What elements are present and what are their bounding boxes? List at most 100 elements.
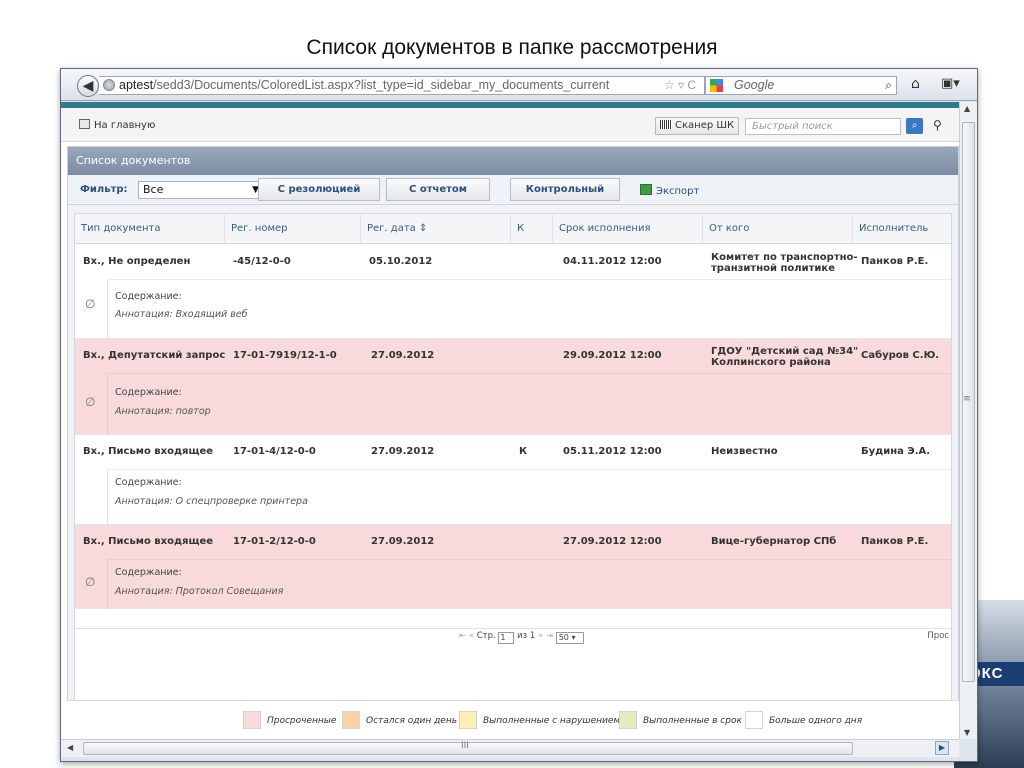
scroll-grip-icon: ≡ [963, 394, 971, 404]
bookmark-star-icon[interactable]: ☆ ▿ C [664, 77, 696, 94]
prev-page-icon[interactable]: « [469, 631, 474, 641]
page-of-label: из 1 [517, 631, 536, 641]
row-divider [109, 469, 951, 470]
with-resolution-button[interactable]: С резолюцией [258, 178, 380, 201]
search-engine-label: Google [734, 78, 775, 92]
vertical-scrollbar[interactable]: ▲ ≡ ▼ [959, 102, 977, 739]
cell-type: Вх., Письмо входящее [83, 536, 214, 547]
page-size-select[interactable]: 50 ▾ [555, 632, 584, 644]
content-label: Содержание: [115, 567, 182, 578]
horizontal-scrollbar[interactable]: ◀ III ▶ [61, 739, 959, 757]
back-arrow-icon[interactable]: ◀ [77, 75, 99, 97]
filter-select[interactable]: Все ▼ [138, 181, 266, 199]
row-divider [107, 279, 108, 339]
legend-swatch [459, 711, 477, 729]
pager-controls: ⇤ « Стр. 1 из 1 » ⇥ 50 ▾ [459, 631, 584, 644]
table-header: Тип документа Рег. номер Рег. дата ⇕ К С… [75, 214, 951, 244]
legend-item-on-time: Выполненные в срок [619, 711, 742, 729]
search-icon[interactable]: ⌕ [885, 77, 892, 94]
table-row[interactable]: Вх., Не определен -45/12-0-0 05.10.2012 … [75, 245, 951, 339]
quick-search-button[interactable]: ⌕ [906, 118, 923, 134]
row-divider [109, 373, 951, 374]
legend-swatch [745, 711, 763, 729]
home-link[interactable]: На главную [79, 119, 155, 131]
page-number-input[interactable]: 1 [498, 632, 515, 644]
row-divider [109, 559, 951, 560]
cell-reg-date: 27.09.2012 [371, 536, 435, 547]
cell-from: Неизвестно [711, 446, 778, 457]
scroll-right-icon[interactable]: ▶ [935, 741, 949, 755]
filter-selected-value: Все [143, 183, 164, 196]
cell-reg-no: 17-01-7919/12-1-0 [233, 350, 337, 361]
cell-reg-no: 17-01-2/12-0-0 [233, 536, 316, 547]
with-report-button[interactable]: С отчетом [386, 178, 490, 201]
cell-type: Вх., Письмо входящее [83, 446, 214, 457]
cell-type: Вх., Не определен [83, 256, 191, 267]
column-header-executor[interactable]: Исполнитель [853, 214, 951, 244]
row-divider [107, 559, 108, 609]
legend-item-more-day: Больше одного дня [745, 711, 862, 729]
cell-executor: Панков Р.Е. [861, 536, 929, 547]
pager-right-text: Прос [927, 631, 949, 641]
last-page-icon[interactable]: ⇥ [546, 631, 553, 641]
column-header-due[interactable]: Срок исполнения [553, 214, 703, 244]
scroll-left-icon[interactable]: ◀ [67, 743, 73, 752]
excel-icon [640, 184, 652, 195]
cell-k [513, 339, 519, 373]
page-size-value: 50 [558, 633, 569, 642]
first-page-icon[interactable]: ⇤ [459, 631, 466, 641]
home-icon[interactable]: ⌂ [911, 76, 920, 92]
cell-from-line-2: транзитной политике [711, 263, 835, 274]
binoculars-icon[interactable]: ⚲ [933, 118, 942, 132]
legend-item-one-day: Остался один день [342, 711, 457, 729]
annotation-text: Аннотация: повтор [115, 406, 211, 417]
cell-due: 29.09.2012 12:00 [563, 350, 662, 361]
browser-toolbar: ◀ aptest/sedd3/Documents/ColoredList.asp… [61, 69, 977, 101]
status-legend: Просроченные Остался один день Выполненн… [67, 700, 959, 738]
next-page-icon[interactable]: » [538, 631, 543, 641]
column-header-from[interactable]: От кого [703, 214, 853, 244]
cell-executor: Панков Р.Е. [861, 256, 929, 267]
legend-label: Выполненные с нарушением [483, 716, 621, 726]
scroll-down-icon[interactable]: ▼ [964, 728, 970, 737]
cell-due: 27.09.2012 12:00 [563, 536, 662, 547]
content-label: Содержание: [115, 291, 182, 302]
filter-bar: Фильтр: Все ▼ С резолюцией С отчетом Конт… [68, 175, 958, 205]
column-header-type[interactable]: Тип документа [75, 214, 225, 244]
page-label: Стр. [476, 631, 496, 641]
scanner-button[interactable]: Сканер ШК [655, 117, 740, 135]
cell-from: ГДОУ "Детский сад №34" Колпинского района [705, 339, 858, 373]
globe-icon [103, 79, 115, 91]
cell-due: 04.11.2012 12:00 [563, 256, 662, 267]
cell-from: Комитет по транспортно-транзитной полити… [705, 245, 858, 279]
quick-search-input[interactable]: Быстрый поиск [745, 118, 901, 135]
cell-k [513, 245, 519, 279]
paperclip-icon[interactable]: ∅ [85, 395, 95, 409]
column-header-k[interactable]: К [511, 214, 553, 244]
url-bar[interactable]: aptest/sedd3/Documents/ColoredList.aspx?… [99, 76, 705, 95]
row-divider [107, 469, 108, 525]
legend-label: Выполненные в срок [643, 716, 742, 726]
column-header-reg-no[interactable]: Рег. номер [225, 214, 361, 244]
home-page-icon [79, 119, 90, 129]
cell-k [513, 525, 519, 559]
column-header-reg-date[interactable]: Рег. дата ⇕ [361, 214, 511, 244]
scroll-up-icon[interactable]: ▲ [964, 104, 970, 113]
control-button[interactable]: Контрольный [510, 178, 620, 201]
legend-label: Остался один день [366, 716, 458, 726]
cell-from-line-2: Колпинского района [711, 357, 831, 368]
paperclip-icon[interactable]: ∅ [85, 297, 95, 311]
cell-type: Вх., Депутатский запрос [83, 350, 226, 361]
table-row[interactable]: Вх., Депутатский запрос 17-01-7919/12-1-… [75, 339, 951, 435]
menu-icon[interactable]: ▣▾ [941, 76, 960, 91]
table-row[interactable]: Вх., Письмо входящее 17-01-4/12-0-0 27.0… [75, 435, 951, 525]
row-divider [109, 279, 951, 280]
cell-reg-date: 05.10.2012 [369, 256, 433, 267]
browser-search-input[interactable]: Google ⌕ [705, 76, 897, 95]
export-link[interactable]: Экспорт [640, 184, 699, 197]
table-row[interactable]: Вх., Письмо входящее 17-01-2/12-0-0 27.0… [75, 525, 951, 609]
legend-label: Просроченные [267, 716, 337, 726]
paperclip-icon[interactable]: ∅ [85, 575, 95, 589]
legend-item-overdue: Просроченные [243, 711, 336, 729]
cell-executor: Сабуров С.Ю. [861, 350, 940, 361]
